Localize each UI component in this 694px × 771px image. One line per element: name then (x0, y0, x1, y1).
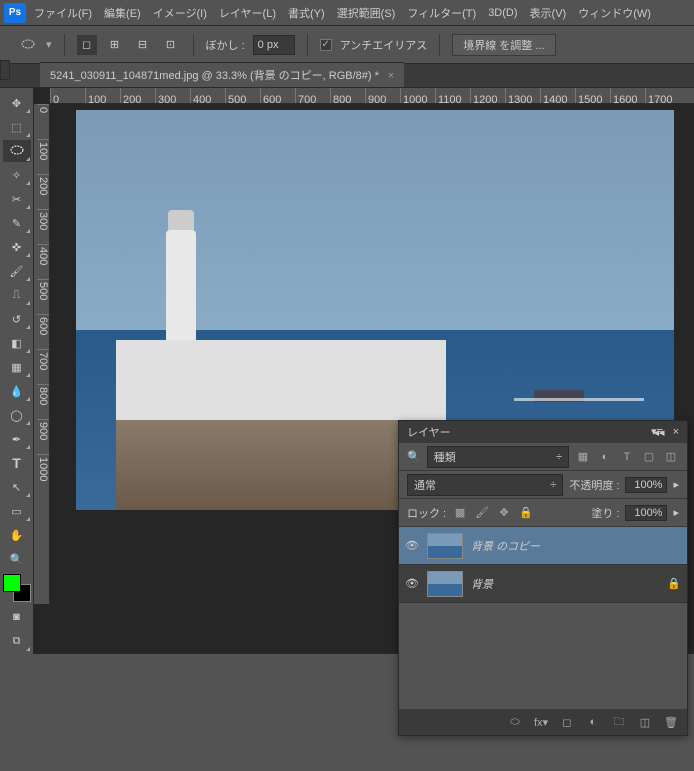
eyedropper-tool[interactable]: ✎ (3, 212, 31, 234)
layer-name[interactable]: 背景 のコピー (471, 538, 540, 554)
document-tab[interactable]: 5241_030911_104871med.jpg @ 33.3% (背景 のコ… (40, 62, 404, 87)
opacity-label: 不透明度 : (569, 477, 619, 493)
layers-panel-title[interactable]: レイヤー (407, 424, 451, 440)
path-tool[interactable]: ↖ (3, 476, 31, 498)
stamp-tool[interactable]: ⎍ (3, 284, 31, 306)
screenmode-toggle[interactable]: ⧉ (3, 630, 31, 652)
layers-panel: レイヤー ◂◂ × 🔍 種類÷ ▦ ◐ T ▢ ◫ 通常÷ 不透明度 : ▸ ロ… (398, 420, 688, 736)
refine-edge-button[interactable]: 境界線 を調整 ... (452, 34, 555, 56)
crop-tool[interactable]: ✂ (3, 188, 31, 210)
filter-adjust-icon[interactable]: ◐ (597, 449, 613, 465)
layer-fx-icon[interactable]: fx▾ (533, 714, 549, 730)
eraser-tool[interactable]: ◧ (3, 332, 31, 354)
image-lighthouse (166, 230, 196, 350)
menu-edit[interactable]: 編集(E) (104, 5, 141, 21)
app-logo: Ps (4, 3, 26, 23)
history-brush-tool[interactable]: ↺ (3, 308, 31, 330)
layer-row[interactable]: 👁 背景 のコピー (399, 527, 687, 565)
shape-tool[interactable]: ▭ (3, 500, 31, 522)
antialias-label: アンチエイリアス (340, 37, 428, 53)
chevron-down-icon[interactable]: ▸ (673, 506, 679, 519)
lock-all-icon[interactable]: 🔒 (518, 505, 534, 521)
selection-intersect-icon[interactable]: ⊡ (161, 35, 181, 55)
menu-type[interactable]: 書式(Y) (288, 5, 325, 21)
filter-smart-icon[interactable]: ◫ (663, 449, 679, 465)
menu-bar: Ps ファイル(F) 編集(E) イメージ(I) レイヤー(L) 書式(Y) 選… (0, 0, 694, 26)
fill-label: 塗り : (591, 505, 619, 521)
opacity-input[interactable] (625, 477, 667, 493)
marquee-tool[interactable]: ⬚ (3, 116, 31, 138)
heal-tool[interactable]: ✜ (3, 236, 31, 258)
layer-group-icon[interactable]: 🗀 (611, 714, 627, 730)
search-icon[interactable]: 🔍 (407, 450, 421, 463)
feather-label: ぼかし : (206, 37, 245, 53)
filter-pixel-icon[interactable]: ▦ (575, 449, 591, 465)
menu-3d[interactable]: 3D(D) (488, 7, 517, 19)
brush-tool[interactable]: 🖌 (3, 260, 31, 282)
type-tool[interactable]: T (3, 452, 31, 474)
pen-tool[interactable]: ✒ (3, 428, 31, 450)
image-wake (514, 398, 644, 401)
wand-tool[interactable]: ✧ (3, 164, 31, 186)
panel-menu-icon[interactable]: ▾≡ (651, 425, 663, 438)
lock-label: ロック : (407, 505, 446, 521)
document-tab-bar: 5241_030911_104871med.jpg @ 33.3% (背景 のコ… (0, 64, 694, 88)
visibility-toggle-icon[interactable]: 👁 (405, 577, 419, 590)
lasso-tool[interactable] (3, 140, 31, 162)
selection-sub-icon[interactable]: ⊟ (133, 35, 153, 55)
chevron-down-icon[interactable]: ▾ (46, 38, 52, 51)
blend-mode-select[interactable]: 通常÷ (407, 474, 563, 496)
lock-transparency-icon[interactable]: ▩ (452, 505, 468, 521)
collapsed-panel-handle[interactable] (0, 60, 10, 80)
document-tab-title: 5241_030911_104871med.jpg @ 33.3% (背景 のコ… (50, 70, 379, 82)
vertical-ruler[interactable]: 01002003004005006007008009001000 (34, 104, 50, 604)
color-swatches[interactable] (3, 574, 31, 602)
lasso-preset-icon[interactable] (18, 35, 38, 55)
menu-file[interactable]: ファイル(F) (34, 5, 92, 21)
menu-layer[interactable]: レイヤー(L) (219, 5, 276, 21)
gradient-tool[interactable]: ▦ (3, 356, 31, 378)
lock-pixels-icon[interactable]: 🖌 (474, 505, 490, 521)
foreground-color-swatch[interactable] (3, 574, 21, 592)
menu-filter[interactable]: フィルター(T) (407, 5, 476, 21)
layers-panel-footer: ⬭ fx▾ ◻ ◐ 🗀 ◫ 🗑 (399, 709, 687, 735)
layer-list: 👁 背景 のコピー 👁 背景 🔒 (399, 527, 687, 603)
zoom-tool[interactable]: 🔍 (3, 548, 31, 570)
horizontal-ruler[interactable]: 0100200300400500600700800900100011001200… (50, 88, 694, 104)
layer-filter-select[interactable]: 種類÷ (427, 446, 569, 468)
visibility-toggle-icon[interactable]: 👁 (405, 539, 419, 552)
panel-close-icon[interactable]: × (673, 426, 679, 439)
selection-new-icon[interactable]: ◻ (77, 35, 97, 55)
filter-shape-icon[interactable]: ▢ (641, 449, 657, 465)
adjustment-layer-icon[interactable]: ◐ (585, 714, 601, 730)
tool-palette: ✥ ⬚ ✧ ✂ ✎ ✜ 🖌 ⎍ ↺ ◧ ▦ 💧 ◯ ✒ T ↖ ▭ ✋ 🔍 ◙ … (0, 88, 34, 654)
lock-icon: 🔒 (667, 577, 681, 590)
fill-input[interactable] (625, 505, 667, 521)
layer-row[interactable]: 👁 背景 🔒 (399, 565, 687, 603)
filter-type-icon[interactable]: T (619, 449, 635, 465)
selection-add-icon[interactable]: ⊞ (105, 35, 125, 55)
options-bar: ▾ ◻ ⊞ ⊟ ⊡ ぼかし : ✓ アンチエイリアス 境界線 を調整 ... (0, 26, 694, 64)
link-layers-icon[interactable]: ⬭ (507, 714, 523, 730)
feather-input[interactable] (253, 35, 295, 55)
menu-window[interactable]: ウィンドウ(W) (578, 5, 651, 21)
menu-image[interactable]: イメージ(I) (153, 5, 207, 21)
dodge-tool[interactable]: ◯ (3, 404, 31, 426)
move-tool[interactable]: ✥ (3, 92, 31, 114)
menu-view[interactable]: 表示(V) (530, 5, 567, 21)
delete-layer-icon[interactable]: 🗑 (663, 714, 679, 730)
layer-thumbnail[interactable] (427, 571, 463, 597)
close-tab-icon[interactable]: × (388, 70, 394, 82)
blur-tool[interactable]: 💧 (3, 380, 31, 402)
lock-position-icon[interactable]: ✥ (496, 505, 512, 521)
chevron-down-icon[interactable]: ▸ (673, 478, 679, 491)
antialias-checkbox[interactable]: ✓ (320, 39, 332, 51)
layer-name[interactable]: 背景 (471, 576, 493, 592)
new-layer-icon[interactable]: ◫ (637, 714, 653, 730)
quickmask-toggle[interactable]: ◙ (3, 606, 31, 628)
layer-thumbnail[interactable] (427, 533, 463, 559)
menu-select[interactable]: 選択範囲(S) (337, 5, 396, 21)
layer-mask-icon[interactable]: ◻ (559, 714, 575, 730)
hand-tool[interactable]: ✋ (3, 524, 31, 546)
